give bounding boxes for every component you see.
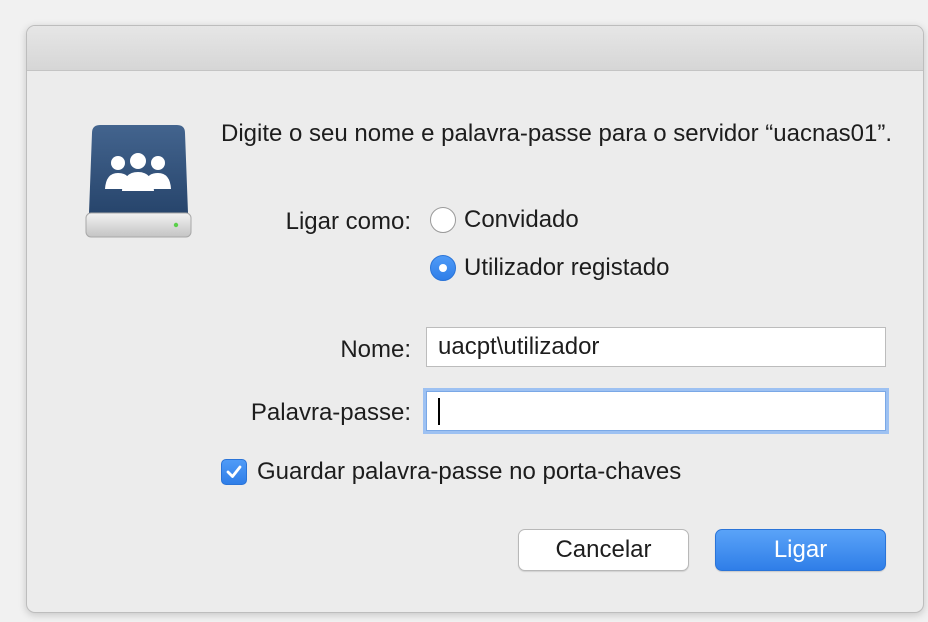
connect-as-label: Ligar como: [285, 208, 411, 235]
name-label: Nome: [340, 336, 411, 363]
dialog-titlebar[interactable] [27, 26, 923, 71]
connect-button[interactable]: Ligar [715, 529, 886, 571]
radio-button-selected[interactable] [430, 255, 456, 281]
radio-guest[interactable]: Convidado [430, 206, 579, 234]
remember-password-label: Guardar palavra-passe no porta-chaves [257, 458, 682, 485]
network-server-users-icon [85, 125, 192, 238]
name-input[interactable]: uacpt\utilizador [426, 327, 886, 367]
text-caret [438, 398, 440, 426]
radio-guest-label: Convidado [464, 206, 579, 233]
radio-button-unselected[interactable] [430, 207, 456, 233]
checkbox-checked-icon[interactable] [221, 459, 247, 485]
radio-registered-user-label: Utilizador registado [464, 254, 670, 281]
password-input[interactable] [426, 391, 886, 431]
remember-password-checkbox-row[interactable]: Guardar palavra-passe no porta-chaves [221, 458, 681, 486]
cancel-button[interactable]: Cancelar [518, 529, 689, 571]
password-label: Palavra-passe: [250, 399, 411, 426]
radio-registered-user[interactable]: Utilizador registado [430, 254, 669, 282]
login-dialog: Digite o seu nome e palavra-passe para o… [26, 25, 924, 613]
dialog-message: Digite o seu nome e palavra-passe para o… [221, 120, 893, 147]
